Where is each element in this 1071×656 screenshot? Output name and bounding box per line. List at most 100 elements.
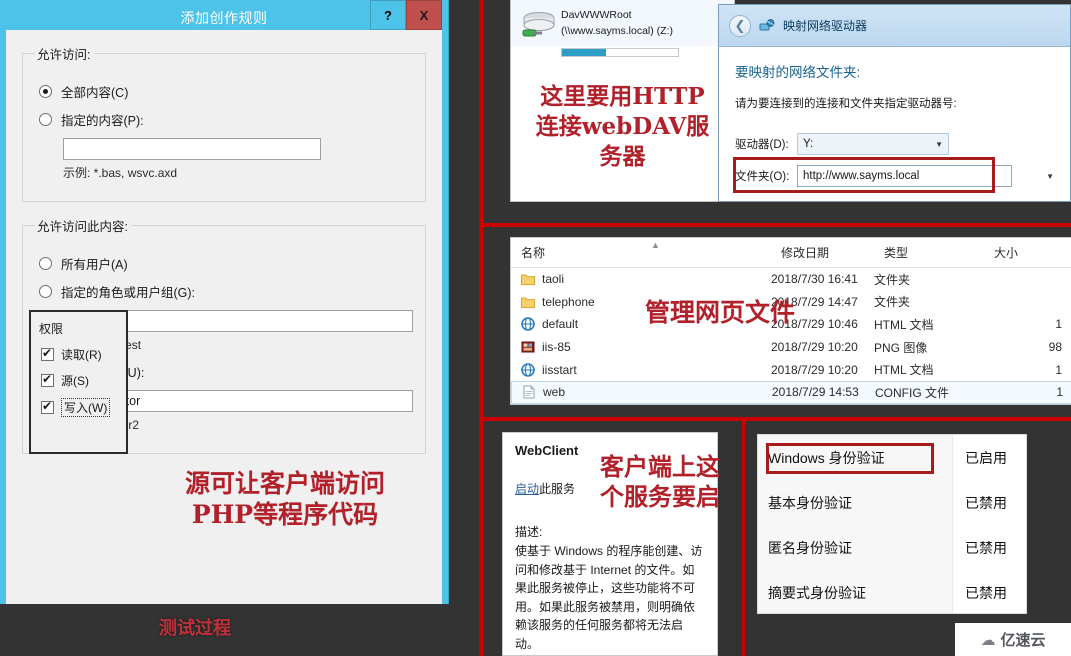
file-name: iisstart xyxy=(542,362,577,377)
table-row[interactable]: iis-85 2018/7/29 10:20 PNG 图像 98 xyxy=(511,336,1071,359)
authentication-pane: 已启用 已禁用 已禁用 已禁用 Windows 身份验证 基本身份验证 匿名身份… xyxy=(757,434,1027,614)
file-name: default xyxy=(542,317,579,332)
auth-state: 已禁用 xyxy=(965,539,1007,556)
column-header-size[interactable]: 大小 xyxy=(982,244,1062,261)
config-icon xyxy=(522,385,536,399)
radio-specified-content-label: 指定的内容(P): xyxy=(61,114,144,128)
file-type: CONFIG 文件 xyxy=(875,385,949,400)
file-date: 2018/7/30 16:41 xyxy=(771,272,858,287)
start-service-suffix: 此服务 xyxy=(539,482,576,496)
auth-name: 摘要式身份验证 xyxy=(768,584,866,601)
radio-roles-label: 指定的角色或用户组(G): xyxy=(61,286,196,300)
checkbox-source-indicator xyxy=(41,372,54,387)
specified-content-input[interactable] xyxy=(63,138,321,160)
allow-access-group: 允许访问: 全部内容(C) 指定的内容(P): 示例: *.bas, wsvc.… xyxy=(22,44,426,202)
file-size: 1 xyxy=(1056,385,1063,400)
drive-select[interactable]: Y: ▼ xyxy=(797,133,949,155)
folder-icon xyxy=(521,295,535,309)
annotation-test-process: 测试过程 xyxy=(159,618,231,639)
separator-vertical-main xyxy=(479,0,483,656)
dialog-window-buttons: ? X xyxy=(370,0,442,30)
file-size: 98 xyxy=(1048,340,1062,355)
mapped-drive-item[interactable]: DavWWWRoot (\\www.sayms.local) (Z:) xyxy=(511,0,734,46)
radio-roles-indicator xyxy=(39,285,52,298)
radio-specified-content-indicator xyxy=(39,113,52,126)
auth-state: 已禁用 xyxy=(965,494,1007,511)
allow-who-legend: 允许访问此内容: xyxy=(37,220,128,234)
folder-icon xyxy=(521,272,535,286)
radio-all-content-label: 全部内容(C) xyxy=(61,86,129,100)
network-drive-icon xyxy=(519,6,561,42)
checkbox-write-label: 写入(W) xyxy=(61,398,111,417)
column-header-date[interactable]: 修改日期 xyxy=(771,244,874,261)
column-header-name[interactable]: 名称 xyxy=(511,244,771,261)
auth-state: 已启用 xyxy=(965,449,1007,466)
radio-all-content[interactable]: 全部内容(C) xyxy=(39,82,413,101)
start-service-link[interactable]: 启动 xyxy=(515,482,539,496)
drive-field-label: 驱动器(D): xyxy=(735,139,789,151)
auth-state: 已禁用 xyxy=(965,584,1007,601)
file-date: 2018/7/29 14:53 xyxy=(772,385,859,400)
map-drive-icon xyxy=(759,18,775,34)
annotation-manage-web-files: 管理网页文件 xyxy=(645,298,796,327)
table-row[interactable]: iisstart 2018/7/29 10:20 HTML 文档 1 xyxy=(511,358,1071,381)
map-drive-header: ❮ 映射网络驱动器 xyxy=(719,5,1070,47)
table-row[interactable]: taoli 2018/7/30 16:41 文件夹 xyxy=(511,268,1071,291)
map-drive-heading: 要映射的网络文件夹: xyxy=(735,65,861,80)
watermark: ☁ 亿速云 xyxy=(955,623,1071,656)
specified-content-example: 示例: *.bas, wsvc.axd xyxy=(63,166,178,180)
drive-select-value: Y: xyxy=(803,138,814,150)
checkbox-write[interactable]: 写入(W) xyxy=(41,398,118,417)
folder-chevron-down-icon[interactable]: ▼ xyxy=(1046,172,1054,181)
file-date: 2018/7/29 10:20 xyxy=(771,340,858,355)
auth-name: 基本身份验证 xyxy=(768,494,852,511)
checkbox-source[interactable]: 源(S) xyxy=(41,372,118,389)
separator-horizontal-top xyxy=(479,223,1071,227)
drive-capacity-bar xyxy=(561,48,679,57)
cloud-icon: ☁ xyxy=(980,631,996,649)
chevron-down-icon: ▼ xyxy=(935,139,943,149)
close-button[interactable]: X xyxy=(406,0,442,30)
html-icon xyxy=(521,362,535,377)
authentication-state-column: 已启用 已禁用 已禁用 已禁用 xyxy=(952,435,1026,613)
file-size: 1 xyxy=(1055,317,1062,332)
file-type: HTML 文档 xyxy=(874,363,934,378)
checkbox-read[interactable]: 读取(R) xyxy=(41,346,118,363)
file-type: PNG 图像 xyxy=(874,340,928,355)
drive-field-row: 驱动器(D): Y: ▼ xyxy=(735,133,1054,155)
radio-specified-content[interactable]: 指定的内容(P): xyxy=(39,110,413,129)
checkbox-read-label: 读取(R) xyxy=(61,348,102,362)
back-icon[interactable]: ❮ xyxy=(729,14,751,37)
separator-vertical-bottom xyxy=(742,421,745,656)
radio-all-users-indicator xyxy=(39,257,52,270)
annotation-use-http: 这里要用HTTP 连接webDAV服 务器 xyxy=(535,83,710,170)
checkbox-source-label: 源(S) xyxy=(61,374,89,388)
separator-horizontal-bottom xyxy=(479,417,1071,421)
file-name: iis-85 xyxy=(542,340,571,355)
file-list-header: 名称 修改日期 类型 大小 ▲ xyxy=(511,238,1071,268)
dialog-title: 添加创作规则 xyxy=(180,10,268,26)
table-row[interactable]: web 2018/7/29 14:53 CONFIG 文件 1 xyxy=(511,380,1071,404)
sort-ascending-icon: ▲ xyxy=(651,240,660,250)
radio-all-users-label: 所有用户(A) xyxy=(61,258,128,272)
mapped-drive-path: (\\www.sayms.local) (Z:) xyxy=(561,25,674,38)
radio-all-content-indicator xyxy=(39,85,52,98)
file-type: 文件夹 xyxy=(874,295,911,310)
dialog-titlebar: 添加创作规则 ? X xyxy=(6,0,442,30)
highlight-folder-field xyxy=(733,157,995,193)
webclient-description: 使基于 Windows 的程序能创建、访问和修改基于 Internet 的文件。… xyxy=(515,544,703,651)
auth-name: 匿名身份验证 xyxy=(768,539,852,556)
checkbox-write-indicator xyxy=(41,399,54,414)
radio-roles[interactable]: 指定的角色或用户组(G): xyxy=(39,282,413,301)
help-button[interactable]: ? xyxy=(370,0,406,30)
annotation-start-service: 客户端上这 个服务要启 xyxy=(600,452,720,511)
file-size: 1 xyxy=(1055,362,1062,377)
webclient-description-label: 描述: xyxy=(515,525,543,539)
column-header-type[interactable]: 类型 xyxy=(874,244,982,261)
file-date: 2018/7/29 10:20 xyxy=(771,362,858,377)
screenshot-root: 添加创作规则 ? X 允许访问: 全部内容(C) 指定的内容(P): 示例: *… xyxy=(0,0,1071,656)
annotation-permissions: 源可让客户端访问 PHP等程序代码 xyxy=(184,469,385,530)
highlight-windows-auth xyxy=(766,443,934,474)
html-icon xyxy=(521,317,535,332)
radio-all-users[interactable]: 所有用户(A) xyxy=(39,254,413,273)
